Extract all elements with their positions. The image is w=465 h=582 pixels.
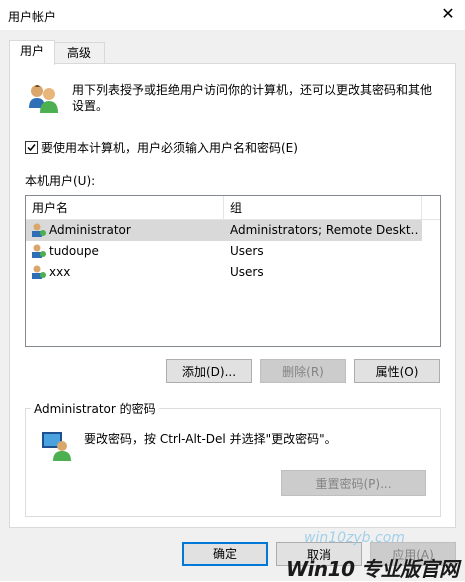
users-list-view[interactable]: 用户名 组 Administrator Administrators; Remo… bbox=[25, 195, 441, 347]
user-row-tudoupe[interactable]: tudoupe Users bbox=[26, 241, 422, 262]
user-name: Administrator bbox=[49, 223, 131, 237]
column-header-filler bbox=[422, 196, 440, 220]
user-group: Administrators; Remote Deskt… bbox=[230, 223, 418, 237]
close-icon[interactable]: ✕ bbox=[438, 4, 458, 24]
add-user-button[interactable]: 添加(D)... bbox=[166, 359, 252, 383]
user-group: Users bbox=[230, 265, 264, 279]
user-group: Users bbox=[230, 244, 264, 258]
tab-users[interactable]: 用户 bbox=[9, 40, 55, 65]
user-row-administrator[interactable]: Administrator Administrators; Remote Des… bbox=[26, 220, 422, 241]
password-groupbox bbox=[25, 408, 441, 517]
watermark-site: win10zyb.com bbox=[304, 530, 405, 546]
reset-password-button[interactable]: 重置密码(P)... bbox=[281, 470, 426, 496]
user-account-icon bbox=[32, 265, 46, 279]
column-header-group[interactable]: 组 bbox=[224, 196, 422, 220]
checkmark-icon bbox=[27, 144, 36, 152]
user-name: xxx bbox=[49, 265, 71, 279]
window-title: 用户帐户 bbox=[8, 10, 57, 24]
user-account-icon bbox=[32, 223, 46, 237]
remove-user-button[interactable]: 删除(R) bbox=[260, 359, 346, 383]
users-description: 用下列表授予或拒绝用户访问你的计算机，还可以更改其密码和其他设置。 bbox=[72, 83, 433, 113]
user-properties-button[interactable]: 属性(O) bbox=[354, 359, 440, 383]
tab-advanced[interactable]: 高级 bbox=[53, 42, 105, 65]
users-group-icon bbox=[25, 80, 61, 116]
user-name: tudoupe bbox=[49, 244, 99, 258]
title-bar bbox=[0, 0, 465, 30]
password-group-title: Administrator 的密码 bbox=[31, 400, 159, 417]
ok-button[interactable]: 确定 bbox=[182, 542, 268, 566]
local-users-label: 本机用户(U): bbox=[25, 174, 96, 188]
require-password-label[interactable]: 要使用本计算机，用户必须输入用户名和密码(E) bbox=[41, 139, 298, 156]
column-header-username[interactable]: 用户名 bbox=[26, 196, 224, 220]
watermark-brand: Win10 专业版官网 bbox=[286, 557, 459, 581]
password-change-instruction: 要改密码，按 Ctrl-Alt-Del 并选择"更改密码"。 bbox=[84, 432, 337, 446]
user-row-xxx[interactable]: xxx Users bbox=[26, 262, 422, 283]
user-account-icon bbox=[32, 244, 46, 258]
password-user-icon bbox=[40, 428, 74, 462]
require-password-checkbox[interactable] bbox=[25, 141, 38, 154]
